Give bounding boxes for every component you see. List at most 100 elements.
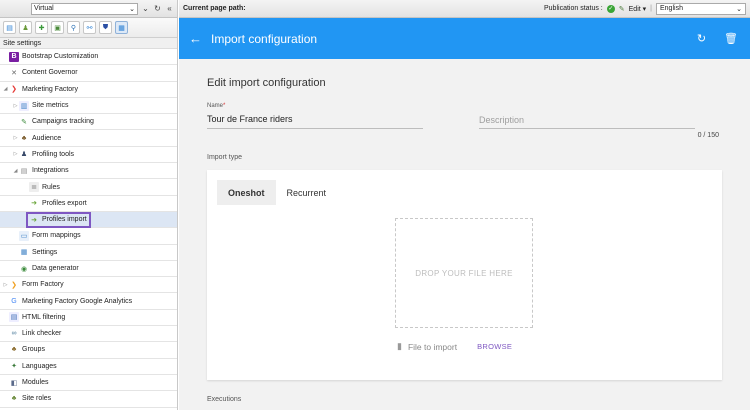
current-page-path-label: Current page path: [183,5,246,12]
expanded-toggle-icon[interactable]: ◢ [2,86,9,92]
site-settings-icon[interactable]: ▦ [115,21,128,34]
sidebar-icon-toolbar: ▤ ♟ ✚ ▣ ⚲ ⚯ ⛊ ▦ [0,18,177,38]
sidebar-item-html-filtering[interactable]: ▤ HTML filtering [0,310,177,327]
sidebar-item-label: Profiling tools [32,150,75,158]
marketing-factory-icon: ❯ [11,86,17,94]
collapsed-toggle-icon[interactable]: ▷ [12,103,19,109]
description-input[interactable]: Description [479,112,695,129]
sidebar-item-label: Languages [22,362,57,370]
sidebar-item-label: Link checker [22,330,62,338]
sidebar-item-bootstrap-customization[interactable]: B Bootstrap Customization [0,49,177,66]
sidebar-item-integrations[interactable]: ◢ ▤ Integrations [0,163,177,180]
description-char-counter: 0 / 150 [697,132,719,139]
sidebar-item-label: Site roles [22,395,52,403]
sidebar-item-groups[interactable]: ♣ Groups [0,342,177,359]
document-icon: ▤ [20,167,28,175]
collapsed-toggle-icon[interactable]: ▷ [12,135,19,141]
form-factory-icon: ❯ [11,281,17,289]
section-label: Site settings [0,38,177,49]
sidebar-item-label: Rules [42,183,60,191]
export-icon: ➜ [31,200,37,208]
google-icon: G [11,297,17,305]
trash-icon[interactable]: 🗑 [724,32,738,45]
sidebar-item-label: Audience [32,134,62,142]
sidebar-item-marketing-factory[interactable]: ◢ ❯ Marketing Factory [0,82,177,98]
file-to-import-row: ▮ File to import BROWSE [397,341,512,352]
site-select[interactable]: Virtual ⌄ [31,2,138,15]
sidebar-item-label: Marketing Factory [22,85,79,93]
description-field: Description [479,103,695,129]
collapsed-toggle-icon[interactable]: ▷ [12,151,19,157]
expanded-toggle-icon[interactable]: ◢ [12,168,19,174]
page-title: Import configuration [211,31,318,46]
sidebar-item-languages[interactable]: ✦ Languages [0,359,177,375]
tab-recurrent[interactable]: Recurrent [276,180,338,205]
roles-icon: ♣ [11,395,17,403]
language-select[interactable]: English ⌄ [656,2,746,15]
sidebar-item-link-checker[interactable]: ∞ Link checker [0,326,177,343]
sidebar-item-label: Form mappings [32,232,81,240]
site-tree-icon[interactable]: ▤ [3,21,16,34]
sidebar-item-site-metrics[interactable]: ▷ ▥ Site metrics [0,98,177,115]
sidebar-item-audience[interactable]: ▷ ♣ Audience [0,130,177,147]
file-icon: ▮ [397,341,402,351]
collapse-panel-icon[interactable]: « [165,4,174,13]
sidebar-item-label: Data generator [32,265,79,272]
sidebar-item-settings[interactable]: ▦ Settings [0,245,177,261]
import-type-label: Import type [207,154,243,161]
sidebar-item-label: Groups [22,346,45,354]
edit-icon[interactable]: ✎ [619,5,625,13]
globe-icon: ◉ [20,265,28,273]
edit-menu[interactable]: Edit ▾ [629,5,647,13]
refresh-icon[interactable]: ↻ [153,4,162,13]
back-arrow-icon[interactable]: ← [189,31,209,46]
sidebar-item-profiling-tools[interactable]: ▷ ♟ Profiling tools [0,147,177,164]
separator: | [650,5,652,12]
main-topbar: Current page path: Publication status : … [179,0,750,18]
sidebar-item-content-governor[interactable]: ✕ Content Governor [0,65,177,82]
sidebar-item-campaigns-tracking[interactable]: ✎ Campaigns tracking [0,114,177,131]
sidebar-item-marketing-factory-google-analytics[interactable]: G Marketing Factory Google Analytics [0,293,177,310]
sidebar-item-label: Campaigns tracking [32,118,94,126]
collapsed-toggle-icon[interactable]: ▷ [2,282,9,288]
sidebar-item-data-generator[interactable]: ◉ Data generator [0,261,177,278]
users-icon[interactable]: ♟ [19,21,32,34]
network-icon[interactable]: ⚯ [83,21,96,34]
sidebar-item-profiles-import[interactable]: ➜ Profiles import [0,211,177,229]
sidebar-item-form-factory[interactable]: ▷ ❯ Form Factory [0,277,177,294]
site-settings-sidebar: Virtual ⌄ ⌄ ↻ « ▤ ♟ ✚ ▣ ⚲ ⚯ ⛊ ▦ Site set… [0,0,178,410]
sidebar-item-form-mappings[interactable]: ▭ Form mappings [0,228,177,245]
audience-icon: ♣ [21,134,27,142]
form-content: Edit import configuration Name* Tour de … [179,77,750,403]
tab-oneshot[interactable]: Oneshot [217,180,276,205]
sidebar-item-rules[interactable]: ≣ Rules [0,179,177,196]
refresh-icon[interactable]: ↻ [697,32,706,45]
groups-icon: ♣ [11,346,17,354]
list-icon: ≣ [29,182,39,193]
sidebar-item-label: Site metrics [32,102,69,110]
search-icon[interactable]: ⚲ [67,21,80,34]
image-icon[interactable]: ▣ [51,21,64,34]
edit-menu-label: Edit [628,5,641,13]
sidebar-item-modules[interactable]: ◧ Modules [0,375,177,392]
bootstrap-icon: B [9,51,19,62]
settings-icon: ▦ [20,249,28,257]
sidebar-item-label: Marketing Factory Google Analytics [22,297,133,305]
name-input[interactable]: Tour de France riders [207,112,423,129]
browse-button[interactable]: BROWSE [477,342,512,351]
shield-icon[interactable]: ⛊ [99,21,112,34]
sidebar-item-site-roles[interactable]: ♣ Site roles [0,391,177,408]
selection-highlight [26,211,91,228]
import-type-tabs: Oneshot Recurrent [217,180,712,205]
sidebar-item-profiles-export[interactable]: ➜ Profiles export [0,196,177,212]
file-dropzone[interactable]: DROP YOUR FILE HERE [395,218,533,328]
published-status-icon: ✓ [606,4,615,13]
sidebar-item-label: Form Factory [22,281,64,289]
dropdown-toggle-icon[interactable]: ⌄ [141,4,150,13]
modules-icon: ◧ [10,379,18,387]
puzzle-icon[interactable]: ✚ [35,21,48,34]
site-select-value: Virtual [34,5,54,12]
sidebar-item-label: Bootstrap Customization [22,53,99,61]
name-field: Name* Tour de France riders [207,103,423,129]
wrench-icon: ✕ [11,69,17,77]
